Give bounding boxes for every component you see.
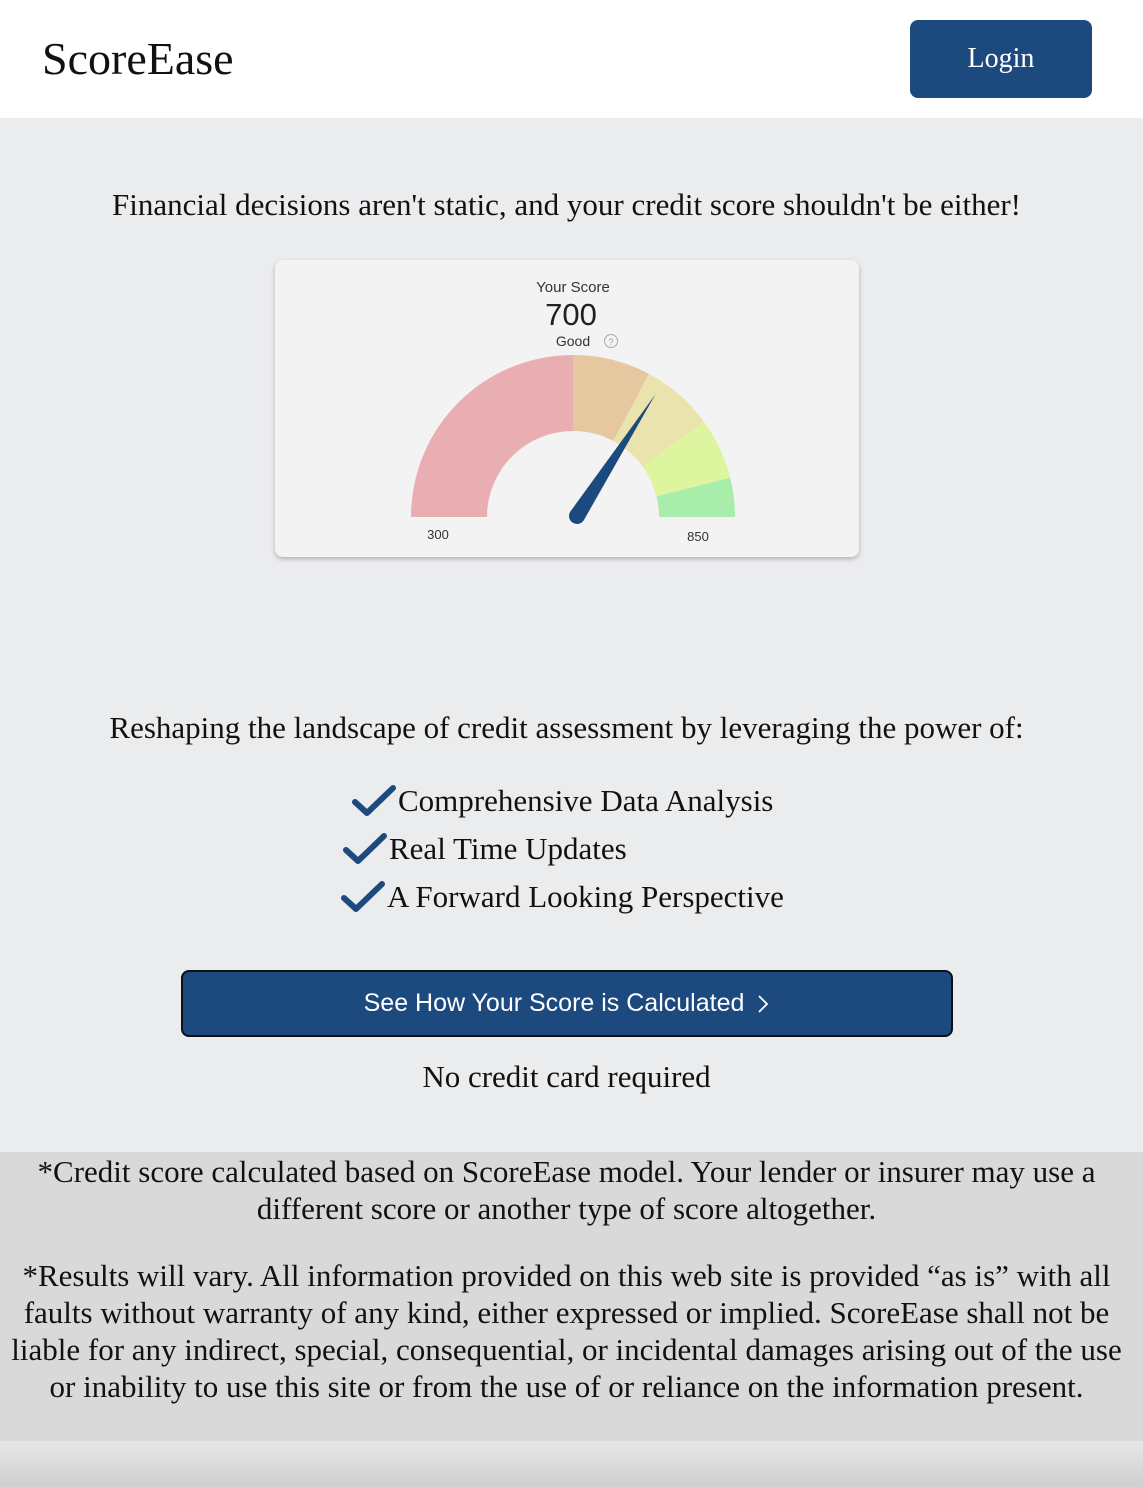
score-label: Your Score — [536, 279, 610, 296]
check-icon — [341, 881, 385, 912]
score-gauge: Your Score 700 Good ? 300 850 — [411, 279, 735, 544]
gauge-segment — [411, 355, 573, 517]
tagline: Financial decisions aren't static, and y… — [111, 187, 1022, 222]
feature-item-real-time: Real Time Updates — [343, 829, 627, 869]
login-button[interactable]: Login — [910, 20, 1092, 98]
lead-text: Reshaping the landscape of credit assess… — [109, 710, 1024, 745]
feature-item-forward-looking: A Forward Looking Perspective — [341, 877, 784, 917]
disclaimer-score-model: *Credit score calculated based on ScoreE… — [37, 1154, 1096, 1226]
cta-label: See How Your Score is Calculated — [363, 989, 745, 1017]
no-credit-card-note: No credit card required — [422, 1059, 711, 1094]
feature-label: Comprehensive Data Analysis — [398, 783, 774, 818]
gauge-min-label: 300 — [427, 527, 449, 542]
feature-label: A Forward Looking Perspective — [387, 879, 784, 914]
check-icon — [343, 833, 387, 864]
disclaimer-section: *Credit score calculated based on ScoreE… — [0, 1152, 1143, 1441]
site-header: ScoreEase Login — [0, 0, 1143, 118]
question-circle-icon[interactable]: ? — [604, 334, 618, 348]
feature-label: Real Time Updates — [389, 831, 627, 866]
feature-item-data-analysis: Comprehensive Data Analysis — [352, 781, 773, 821]
gauge-max-label: 850 — [687, 529, 709, 544]
bottom-bar — [0, 1441, 1143, 1487]
see-score-calculation-button[interactable]: See How Your Score is Calculated — [181, 970, 953, 1037]
score-value: 700 — [545, 297, 597, 332]
check-icon — [352, 785, 396, 816]
disclaimer-results-vary: *Results will vary. All information prov… — [11, 1258, 1122, 1404]
chevron-right-icon — [758, 994, 769, 1013]
score-gauge-card: Your Score 700 Good ? 300 850 — [275, 260, 859, 557]
brand-logo[interactable]: ScoreEase — [42, 30, 234, 88]
svg-text:?: ? — [608, 337, 613, 347]
score-rating: Good — [556, 333, 590, 349]
